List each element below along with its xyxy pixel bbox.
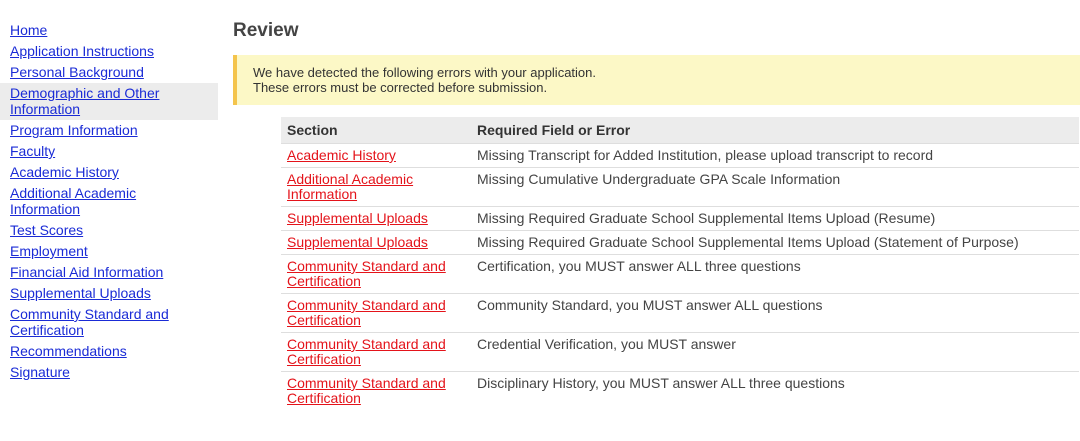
section-link[interactable]: Community Standard and Certification (287, 336, 446, 367)
error-message: Credential Verification, you MUST answer (471, 332, 1079, 372)
main-content: Review We have detected the following er… (233, 20, 1080, 410)
sidebar-item-signature[interactable]: Signature (0, 362, 218, 383)
table-row: Supplemental Uploads Missing Required Gra… (281, 206, 1079, 231)
table-row: Community Standard and Certification Cred… (281, 332, 1079, 372)
page-title: Review (233, 20, 299, 41)
table-row: Academic History Missing Transcript for A… (281, 143, 1079, 168)
table-row: Community Standard and Certification Cert… (281, 254, 1079, 294)
section-cell: Academic History (281, 143, 471, 168)
section-cell: Supplemental Uploads (281, 230, 471, 255)
column-header-section: Section (281, 117, 471, 144)
section-cell: Community Standard and Certification (281, 293, 471, 333)
errors-table: Section Required Field or Error Academic… (281, 117, 1079, 410)
sidebar-item-employment[interactable]: Employment (0, 241, 218, 262)
sidebar-item-test-scores[interactable]: Test Scores (0, 220, 218, 241)
table-row: Community Standard and Certification Comm… (281, 293, 1079, 333)
sidebar-item-home[interactable]: Home (0, 20, 218, 41)
section-link[interactable]: Additional Academic Information (287, 171, 413, 202)
error-message: Missing Required Graduate School Supplem… (471, 230, 1079, 255)
section-cell: Additional Academic Information (281, 167, 471, 207)
section-link[interactable]: Community Standard and Certification (287, 258, 446, 289)
sidebar-nav: Home Application Instructions Personal Bac… (0, 20, 218, 383)
error-message: Missing Required Graduate School Supplem… (471, 206, 1079, 231)
alert-line-2: These errors must be corrected before su… (253, 80, 548, 95)
sidebar-item-faculty[interactable]: Faculty (0, 141, 218, 162)
sidebar-item-application-instructions[interactable]: Application Instructions (0, 41, 218, 62)
section-link[interactable]: Community Standard and Certification (287, 375, 446, 406)
sidebar-item-personal-background[interactable]: Personal Background (0, 62, 218, 83)
column-header-error: Required Field or Error (471, 117, 1079, 144)
table-row: Community Standard and Certification Disc… (281, 371, 1079, 410)
table-row: Additional Academic Information Missing C… (281, 167, 1079, 207)
section-link[interactable]: Supplemental Uploads (287, 234, 428, 250)
sidebar-item-financial-aid-information[interactable]: Financial Aid Information (0, 262, 218, 283)
error-alert: We have detected the following errors wi… (233, 55, 1080, 105)
sidebar-item-community-standard-and-certification[interactable]: Community Standard and Certification (0, 304, 218, 341)
error-message: Missing Transcript for Added Institution… (471, 143, 1079, 168)
error-message: Certification, you MUST answer ALL three… (471, 254, 1079, 294)
error-message: Community Standard, you MUST answer ALL … (471, 293, 1079, 333)
sidebar-item-supplemental-uploads[interactable]: Supplemental Uploads (0, 283, 218, 304)
sidebar-item-recommendations[interactable]: Recommendations (0, 341, 218, 362)
alert-line-1: We have detected the following errors wi… (253, 65, 597, 80)
sidebar-item-additional-academic-information[interactable]: Additional Academic Information (0, 183, 218, 220)
table-header-row: Section Required Field or Error (281, 117, 1079, 144)
error-message: Disciplinary History, you MUST answer AL… (471, 371, 1079, 410)
section-link[interactable]: Community Standard and Certification (287, 297, 446, 328)
section-link[interactable]: Academic History (287, 147, 396, 163)
sidebar-item-program-information[interactable]: Program Information (0, 120, 218, 141)
section-cell: Supplemental Uploads (281, 206, 471, 231)
table-row: Supplemental Uploads Missing Required Gra… (281, 230, 1079, 255)
section-cell: Community Standard and Certification (281, 371, 471, 410)
section-cell: Community Standard and Certification (281, 332, 471, 372)
section-link[interactable]: Supplemental Uploads (287, 210, 428, 226)
section-cell: Community Standard and Certification (281, 254, 471, 294)
sidebar-item-academic-history[interactable]: Academic History (0, 162, 218, 183)
sidebar-item-demographic-and-other-information[interactable]: Demographic and Other Information (0, 83, 218, 120)
error-message: Missing Cumulative Undergraduate GPA Sca… (471, 167, 1079, 207)
